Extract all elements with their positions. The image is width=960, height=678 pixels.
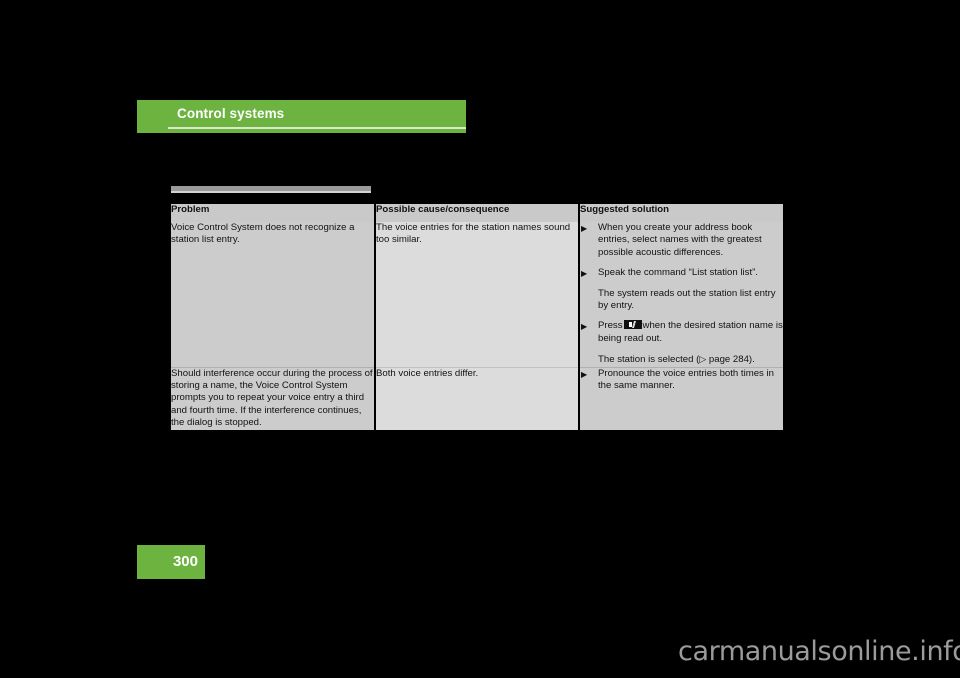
- cell-problem: Voice Control System does not recognize …: [171, 222, 374, 368]
- table-row: Voice Control System does not recognize …: [171, 222, 783, 368]
- solution-bullet-text: When you create your address book entrie…: [598, 222, 762, 258]
- solution-note-text: The system reads out the station list en…: [598, 287, 776, 312]
- reference-suffix-text: page 284).: [706, 354, 755, 366]
- column-header-problem: Problem: [171, 204, 374, 222]
- solution-key-prefix-text: Press: [598, 320, 623, 332]
- column-header-solution: Suggested solution: [580, 204, 783, 222]
- solution-bullet-text: Speak the command “List station list”.: [598, 267, 758, 279]
- troubleshooting-table: Problem Possible cause/consequence Sugge…: [171, 204, 783, 430]
- page-number-block: 300: [137, 545, 205, 579]
- chapter-title-underline: [168, 127, 466, 129]
- solution-bullet-with-key: ▶ Press when the desired station name is …: [580, 320, 783, 345]
- chapter-header-bar: Control systems: [137, 100, 466, 133]
- table-header-row: Problem Possible cause/consequence Sugge…: [171, 204, 783, 222]
- column-header-cause: Possible cause/consequence: [376, 204, 578, 222]
- page-number: 300: [172, 553, 198, 570]
- voice-key-icon: [623, 320, 642, 330]
- solution-bullet: ▶ When you create your address book entr…: [580, 222, 783, 259]
- solution-note: The system reads out the station list en…: [580, 288, 783, 313]
- triangle-bullet-icon: ▶: [581, 224, 588, 233]
- table-top-rule-shadow: [171, 191, 371, 193]
- site-watermark: carmanualsonline.info: [678, 636, 960, 667]
- solution-bullet: ▶ Speak the command “List station list”.: [580, 267, 783, 279]
- triangle-bullet-icon: ▶: [581, 369, 588, 379]
- chapter-title: Control systems: [177, 106, 285, 121]
- triangle-bullet-icon: ▶: [581, 322, 588, 332]
- cell-solution: ▶ When you create your address book entr…: [580, 222, 783, 368]
- solution-note-reference: The station is selected (▷ page 284).: [580, 353, 783, 366]
- cell-cause: Both voice entries differ.: [376, 366, 578, 430]
- cell-solution: ▶ Pronounce the voice entries both times…: [580, 366, 783, 430]
- solution-bullet: ▶ Pronounce the voice entries both times…: [580, 368, 783, 393]
- table-row: Should interference occur during the pro…: [171, 366, 783, 430]
- cell-cause: The voice entries for the station names …: [376, 222, 578, 368]
- solution-bullet-text: Pronounce the voice entries both times i…: [598, 367, 774, 392]
- cell-problem: Should interference occur during the pro…: [171, 366, 374, 430]
- reference-prefix-text: The station is selected (: [598, 354, 700, 366]
- triangle-bullet-icon: ▶: [581, 269, 588, 279]
